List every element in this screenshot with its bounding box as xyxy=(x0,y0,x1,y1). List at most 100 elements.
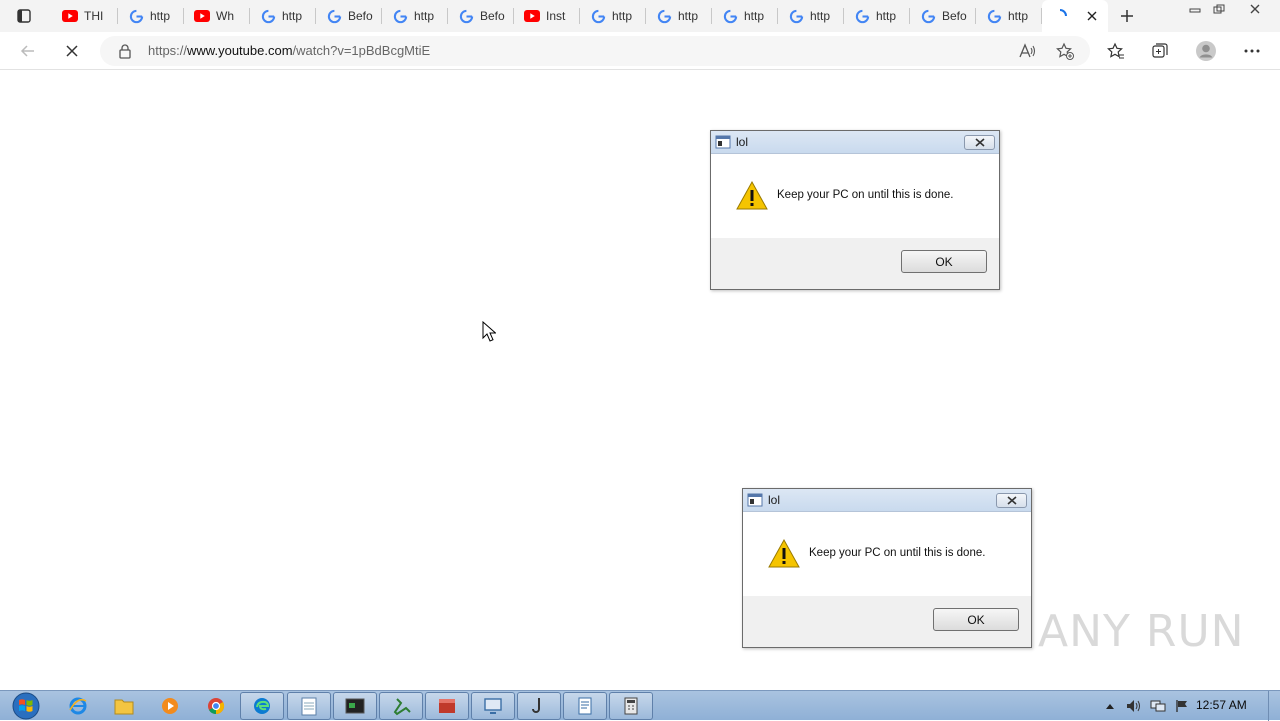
url-text[interactable]: https://www.youtube.com/watch?v=1pBdBcgM… xyxy=(148,43,430,58)
tab-title: http xyxy=(414,9,435,23)
collections-button[interactable] xyxy=(1146,38,1174,64)
dialog-close-button[interactable] xyxy=(964,135,995,150)
tab-list: THI http Wh http Befo http Befo Inst http http htt… xyxy=(52,0,1108,32)
edge-icon xyxy=(252,696,272,716)
archive-icon xyxy=(437,697,457,715)
taskbar-app-button[interactable] xyxy=(379,692,423,720)
google-icon xyxy=(326,8,342,24)
taskbar-app-button[interactable] xyxy=(194,692,238,720)
taskbar-app-button[interactable] xyxy=(471,692,515,720)
browser-tab[interactable]: Befo xyxy=(910,0,976,32)
watermark-text: ANY RUN xyxy=(1038,606,1245,657)
calculator-icon xyxy=(622,696,640,716)
dialog-close-button[interactable] xyxy=(996,493,1027,508)
dialog-body: Keep your PC on until this is done. xyxy=(711,154,999,238)
tab-title: THI xyxy=(84,9,104,23)
tab-title: Inst xyxy=(546,9,566,23)
google-icon xyxy=(392,8,408,24)
tab-title: http xyxy=(876,9,897,23)
browser-tab[interactable]: Befo xyxy=(448,0,514,32)
taskbar-clock[interactable]: 12:57 AM xyxy=(1196,698,1247,712)
address-bar[interactable]: https://www.youtube.com/watch?v=1pBdBcgM… xyxy=(100,36,1090,66)
taskbar-app-button[interactable] xyxy=(609,692,653,720)
tab-actions-button[interactable] xyxy=(6,5,42,27)
browser-tab[interactable]: Befo xyxy=(316,0,382,32)
dialog-title-bar[interactable]: lol xyxy=(711,131,999,154)
warning-icon xyxy=(736,181,768,210)
taskbar-app-button[interactable] xyxy=(517,692,561,720)
window-close-button[interactable] xyxy=(1231,0,1279,17)
remote-icon xyxy=(483,697,503,715)
message-dialog: lol Keep your PC on until this is done. … xyxy=(710,130,1000,290)
taskbar-app-button[interactable] xyxy=(102,692,146,720)
google-icon xyxy=(920,8,936,24)
ok-button[interactable]: OK xyxy=(933,608,1019,631)
ok-button[interactable]: OK xyxy=(901,250,987,273)
browser-tab[interactable]: http xyxy=(976,0,1042,32)
profile-button[interactable] xyxy=(1192,38,1220,64)
tab-close-icon[interactable] xyxy=(1084,8,1100,24)
media-player-icon xyxy=(160,696,180,716)
add-favorite-icon[interactable] xyxy=(1056,42,1074,60)
dialog-title: lol xyxy=(736,135,749,149)
taskbar-app-button[interactable] xyxy=(425,692,469,720)
browser-tab[interactable]: http xyxy=(118,0,184,32)
avatar-icon xyxy=(1196,41,1216,61)
tab-title: Befo xyxy=(480,9,505,23)
taskbar-app-button[interactable] xyxy=(148,692,192,720)
mouse-cursor-icon xyxy=(482,321,496,342)
tab-title: http xyxy=(1008,9,1029,23)
browser-tab[interactable]: http xyxy=(712,0,778,32)
favorites-star-icon xyxy=(1107,42,1124,59)
browser-tab[interactable]: THI xyxy=(52,0,118,32)
minimize-button[interactable] xyxy=(1183,0,1207,17)
show-desktop-button[interactable] xyxy=(1268,691,1280,721)
new-tab-button[interactable] xyxy=(1116,6,1138,26)
tab-title: http xyxy=(744,9,765,23)
youtube-icon xyxy=(524,8,540,24)
browser-tab[interactable]: http xyxy=(382,0,448,32)
browser-tab[interactable]: Wh xyxy=(184,0,250,32)
taskbar-app-button[interactable] xyxy=(333,692,377,720)
tab-title: http xyxy=(678,9,699,23)
network-button[interactable] xyxy=(1146,691,1170,721)
google-icon xyxy=(590,8,606,24)
back-button[interactable] xyxy=(14,38,42,64)
up-arrow-icon xyxy=(1106,704,1114,709)
browser-tab[interactable]: Inst xyxy=(514,0,580,32)
browser-tab[interactable]: http xyxy=(778,0,844,32)
google-icon xyxy=(260,8,276,24)
show-hidden-icons-button[interactable] xyxy=(1098,691,1122,721)
watermark: ANY RUN xyxy=(1038,606,1246,657)
taskbar-app-button[interactable] xyxy=(287,692,331,720)
restore-button[interactable] xyxy=(1207,0,1231,17)
volume-button[interactable] xyxy=(1122,691,1146,721)
action-center-button[interactable] xyxy=(1170,691,1194,721)
taskbar-app-button[interactable] xyxy=(563,692,607,720)
warning-icon xyxy=(768,539,800,568)
settings-menu-button[interactable] xyxy=(1238,38,1266,64)
browser-tab[interactable]: http xyxy=(844,0,910,32)
read-aloud-icon[interactable] xyxy=(1018,42,1036,60)
dialog-title-bar[interactable]: lol xyxy=(743,489,1031,512)
favorites-button[interactable] xyxy=(1102,38,1130,64)
window-controls xyxy=(1183,0,1279,18)
tab-title: http xyxy=(282,9,303,23)
taskbar-app-button[interactable] xyxy=(240,692,284,720)
active-browser-tab[interactable] xyxy=(1042,0,1108,32)
dialog-title: lol xyxy=(768,493,781,507)
browser-tab[interactable]: http xyxy=(250,0,316,32)
taskbar-app-button[interactable] xyxy=(56,692,100,720)
start-button[interactable] xyxy=(6,691,46,721)
lock-icon[interactable] xyxy=(118,43,132,59)
more-dots-icon xyxy=(1244,49,1260,53)
network-icon xyxy=(1150,700,1166,712)
stop-loading-button[interactable] xyxy=(58,38,86,64)
notepad-icon xyxy=(300,696,318,716)
browser-tab[interactable]: http xyxy=(646,0,712,32)
browser-tab[interactable]: http xyxy=(580,0,646,32)
youtube-icon xyxy=(194,8,210,24)
close-icon xyxy=(1250,4,1260,13)
youtube-icon xyxy=(62,8,78,24)
collections-icon xyxy=(1152,43,1168,58)
